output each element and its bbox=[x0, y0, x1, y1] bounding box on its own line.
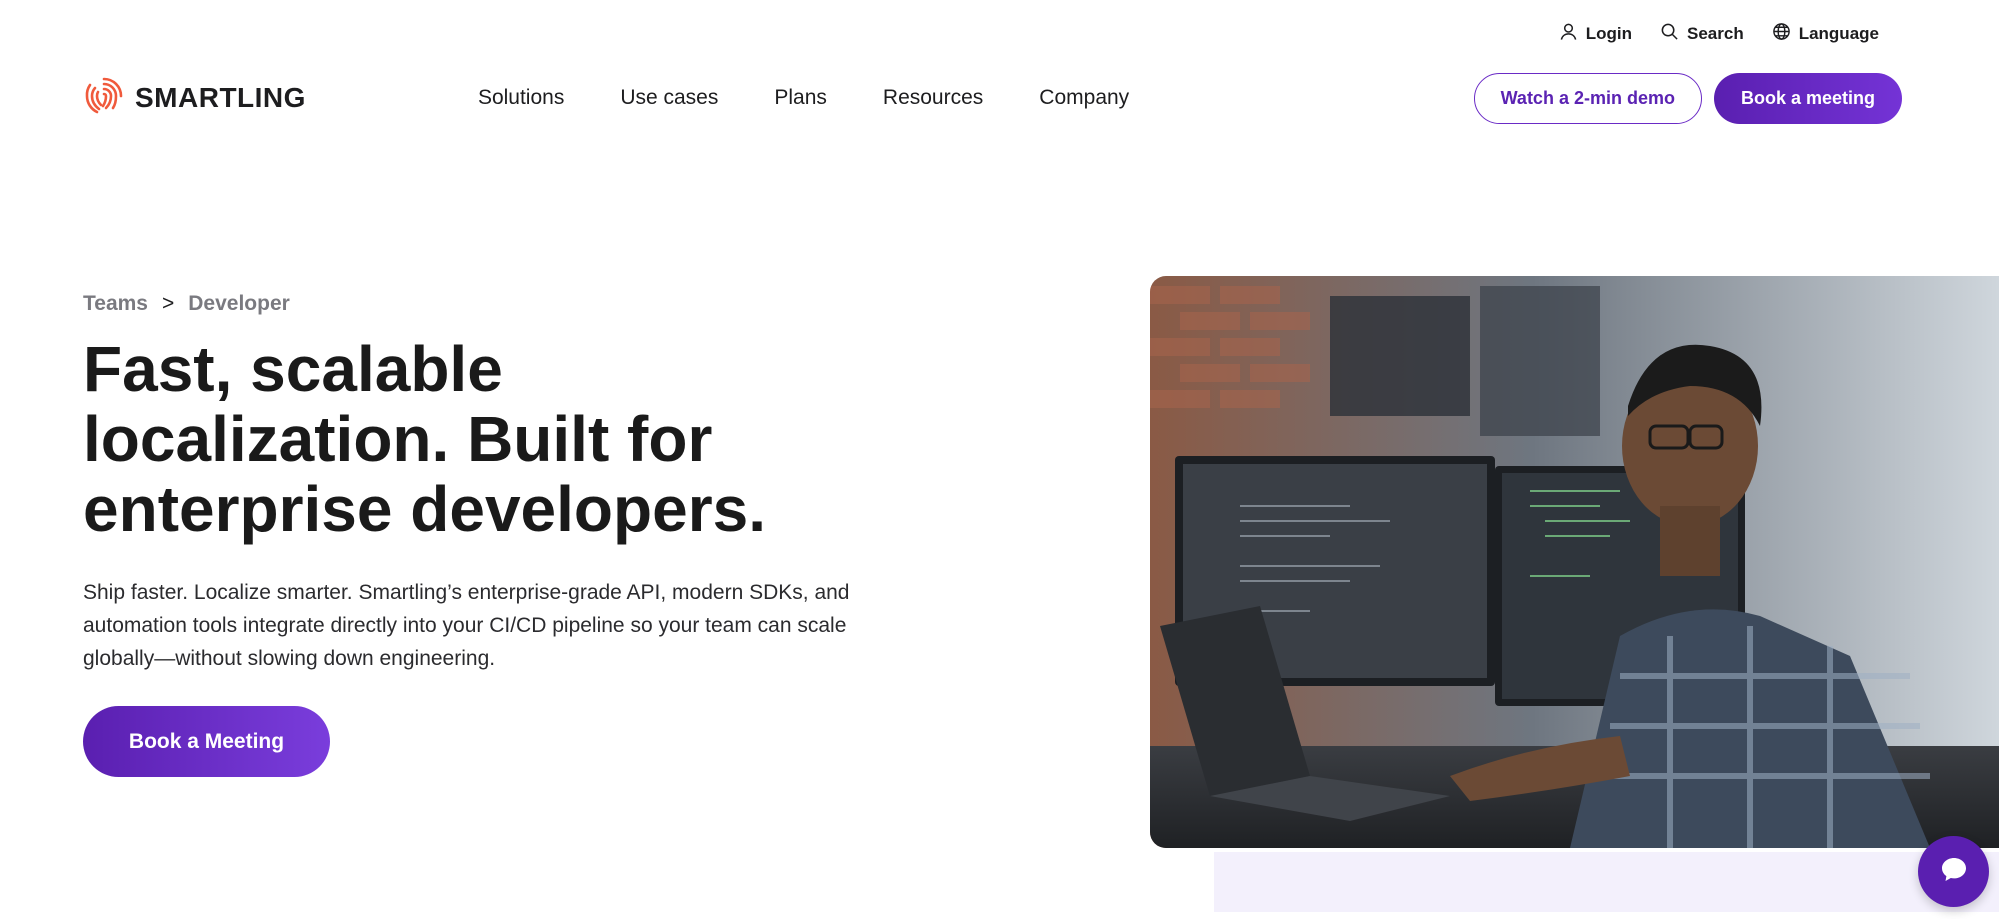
nav-item-company[interactable]: Company bbox=[1039, 86, 1129, 110]
chat-button[interactable] bbox=[1918, 836, 1989, 907]
nav-item-plans[interactable]: Plans bbox=[774, 86, 827, 110]
nav-menu: Solutions Use cases Plans Resources Comp… bbox=[478, 86, 1129, 110]
utility-bar: Login Search Language bbox=[1559, 22, 1879, 46]
language-label: Language bbox=[1798, 24, 1879, 43]
search-label: Search bbox=[1687, 24, 1744, 43]
language-selector[interactable]: Language bbox=[1772, 22, 1879, 46]
breadcrumb-teams[interactable]: Teams bbox=[83, 292, 148, 316]
main-nav: SMARTLING Solutions Use cases Plans Reso… bbox=[83, 72, 1902, 124]
search-link[interactable]: Search bbox=[1660, 22, 1744, 46]
logo-text: SMARTLING bbox=[135, 82, 306, 113]
breadcrumb: Teams > Developer bbox=[83, 292, 290, 316]
search-icon bbox=[1660, 22, 1679, 46]
login-label: Login bbox=[1585, 24, 1632, 43]
globe-icon bbox=[1772, 22, 1791, 46]
nav-item-resources[interactable]: Resources bbox=[883, 86, 983, 110]
book-meeting-nav-button[interactable]: Book a meeting bbox=[1713, 72, 1902, 124]
nav-item-solutions[interactable]: Solutions bbox=[478, 86, 564, 110]
hero-description: Ship faster. Localize smarter. Smartling… bbox=[83, 581, 850, 670]
login-link[interactable]: Login bbox=[1559, 22, 1632, 46]
breadcrumb-developer: Developer bbox=[188, 292, 290, 315]
book-meeting-hero-button[interactable]: Book a Meeting bbox=[83, 706, 330, 777]
fingerprint-logo-icon bbox=[83, 75, 125, 122]
hero-title: Fast, scalable localization. Built for e… bbox=[83, 333, 766, 545]
watch-demo-button[interactable]: Watch a 2-min demo bbox=[1473, 72, 1702, 124]
nav-item-use-cases[interactable]: Use cases bbox=[620, 86, 718, 110]
user-icon bbox=[1559, 22, 1578, 46]
chat-icon bbox=[1939, 854, 1969, 889]
lavender-section-band bbox=[1214, 852, 1999, 912]
hero-developer-image bbox=[1150, 276, 1999, 848]
breadcrumb-separator: > bbox=[161, 292, 175, 315]
logo[interactable]: SMARTLING bbox=[83, 75, 306, 122]
nav-ctas: Watch a 2-min demo Book a meeting bbox=[1473, 72, 1902, 124]
